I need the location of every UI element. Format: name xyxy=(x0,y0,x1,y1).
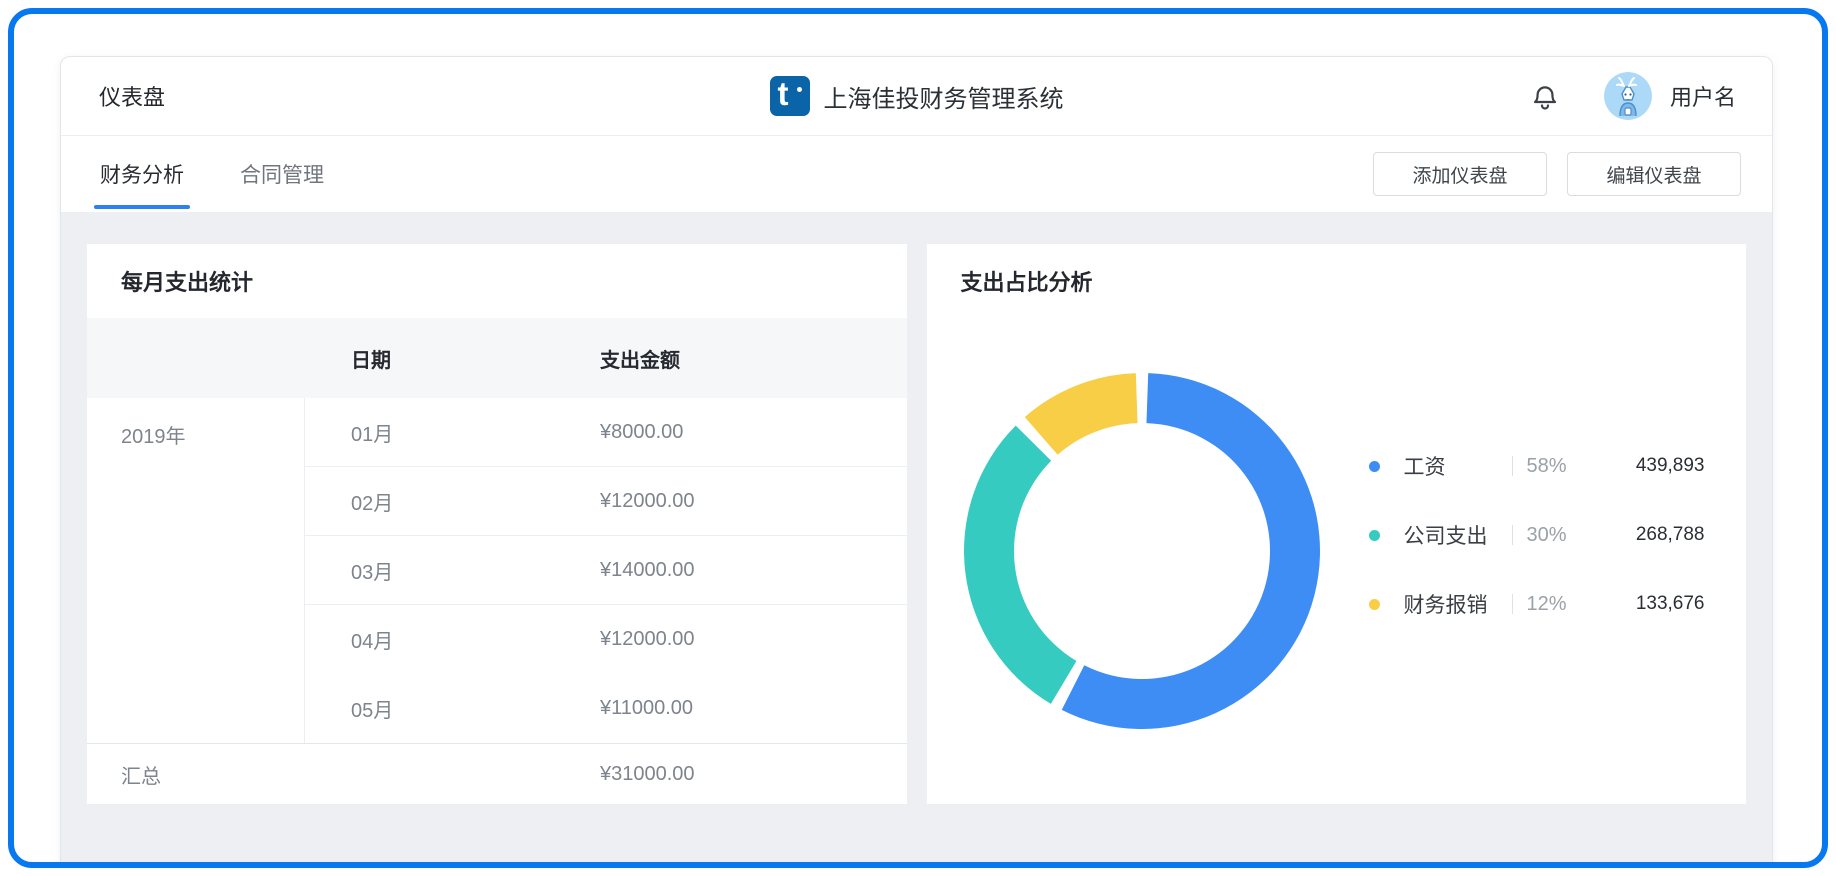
brand: t 上海佳投财务管理系统 xyxy=(770,57,1064,135)
legend-percent: 12% xyxy=(1527,593,1589,616)
date-cell: 03月 xyxy=(305,556,600,585)
username[interactable]: 用户名 xyxy=(1670,80,1736,112)
donut-slice-财务报销[interactable] xyxy=(1024,373,1137,455)
legend-dot-icon xyxy=(1369,530,1380,541)
expense-ratio-card: 支出占比分析 工资 58% 439,893 公司支出 30% 268,788 财务报销 12%… xyxy=(927,244,1747,804)
legend-dot-icon xyxy=(1369,461,1380,472)
legend-separator xyxy=(1512,525,1513,545)
legend-dot-icon xyxy=(1369,599,1380,610)
table-row: 01月¥8000.00 xyxy=(305,398,907,467)
table-row: 04月¥12000.00 xyxy=(305,605,907,674)
date-column-header: 日期 xyxy=(305,344,600,373)
notification-bell-icon[interactable] xyxy=(1528,79,1562,113)
table-body: 2019年 01月¥8000.0002月¥12000.0003月¥14000.0… xyxy=(87,398,907,743)
date-cell: 05月 xyxy=(305,694,600,723)
header-right: 用户名 xyxy=(1528,72,1772,120)
legend-separator xyxy=(1512,594,1513,614)
summary-amount: ¥31000.00 xyxy=(600,763,907,786)
table-row: 02月¥12000.00 xyxy=(305,467,907,536)
add-dashboard-button[interactable]: 添加仪表盘 xyxy=(1373,152,1547,196)
amount-cell: ¥14000.00 xyxy=(600,559,907,582)
summary-label: 汇总 xyxy=(87,760,305,789)
chart-legend: 工资 58% 439,893 公司支出 30% 268,788 财务报销 12% 133,676 xyxy=(1369,452,1705,659)
amount-cell: ¥12000.00 xyxy=(600,490,907,513)
table-header: 日期 支出金额 xyxy=(87,318,907,398)
date-cell: 02月 xyxy=(305,487,600,516)
donut-slice-公司支出[interactable] xyxy=(964,426,1076,704)
legend-value: 268,788 xyxy=(1636,524,1705,546)
logo-glyph: t xyxy=(778,75,789,113)
legend-row[interactable]: 公司支出 30% 268,788 xyxy=(1369,521,1705,549)
page-title: 仪表盘 xyxy=(61,80,165,112)
app-header: 仪表盘 t 上海佳投财务管理系统 xyxy=(61,57,1772,136)
app-logo-icon: t xyxy=(770,76,810,116)
logo-dot xyxy=(797,87,802,92)
table-row: 05月¥11000.00 xyxy=(305,674,907,743)
user-avatar[interactable] xyxy=(1604,72,1652,120)
donut-chart[interactable] xyxy=(960,369,1324,733)
screenshot-frame: 仪表盘 t 上海佳投财务管理系统 xyxy=(8,8,1828,868)
edit-dashboard-button[interactable]: 编辑仪表盘 xyxy=(1567,152,1741,196)
date-cell: 01月 xyxy=(305,418,600,447)
legend-percent: 30% xyxy=(1527,524,1589,547)
dashboard-content: 每月支出统计 日期 支出金额 2019年 01月¥8000.0002月¥1200… xyxy=(61,212,1772,804)
amount-column-header: 支出金额 xyxy=(600,344,907,373)
tab-label: 财务分析 xyxy=(100,159,184,189)
table-row: 03月¥14000.00 xyxy=(305,536,907,605)
table-rows: 01月¥8000.0002月¥12000.0003月¥14000.0004月¥1… xyxy=(305,398,907,743)
app-window: 仪表盘 t 上海佳投财务管理系统 xyxy=(60,56,1773,866)
amount-cell: ¥8000.00 xyxy=(600,421,907,444)
legend-label: 财务报销 xyxy=(1404,589,1512,619)
date-cell: 04月 xyxy=(305,625,600,654)
app-title: 上海佳投财务管理系统 xyxy=(824,79,1064,114)
dashboard-actions: 添加仪表盘 编辑仪表盘 xyxy=(1373,152,1772,196)
tab-bar: 财务分析 合同管理 添加仪表盘 编辑仪表盘 xyxy=(61,136,1772,212)
year-cell: 2019年 xyxy=(87,398,305,743)
summary-row: 汇总 ¥31000.00 xyxy=(87,743,907,804)
tabs: 财务分析 合同管理 xyxy=(61,136,380,212)
amount-cell: ¥11000.00 xyxy=(600,697,907,720)
tab-finance-analysis[interactable]: 财务分析 xyxy=(100,136,184,212)
legend-row[interactable]: 财务报销 12% 133,676 xyxy=(1369,590,1705,618)
legend-row[interactable]: 工资 58% 439,893 xyxy=(1369,452,1705,480)
legend-label: 公司支出 xyxy=(1404,520,1512,550)
card-title: 支出占比分析 xyxy=(927,244,1747,318)
legend-separator xyxy=(1512,456,1513,476)
tab-label: 合同管理 xyxy=(240,159,324,189)
amount-cell: ¥12000.00 xyxy=(600,628,907,651)
legend-value: 133,676 xyxy=(1636,593,1705,615)
legend-percent: 58% xyxy=(1527,455,1589,478)
monthly-expense-card: 每月支出统计 日期 支出金额 2019年 01月¥8000.0002月¥1200… xyxy=(87,244,907,804)
tab-contract-management[interactable]: 合同管理 xyxy=(240,136,324,212)
legend-value: 439,893 xyxy=(1636,455,1705,477)
legend-label: 工资 xyxy=(1404,451,1512,481)
card-title: 每月支出统计 xyxy=(87,244,907,318)
